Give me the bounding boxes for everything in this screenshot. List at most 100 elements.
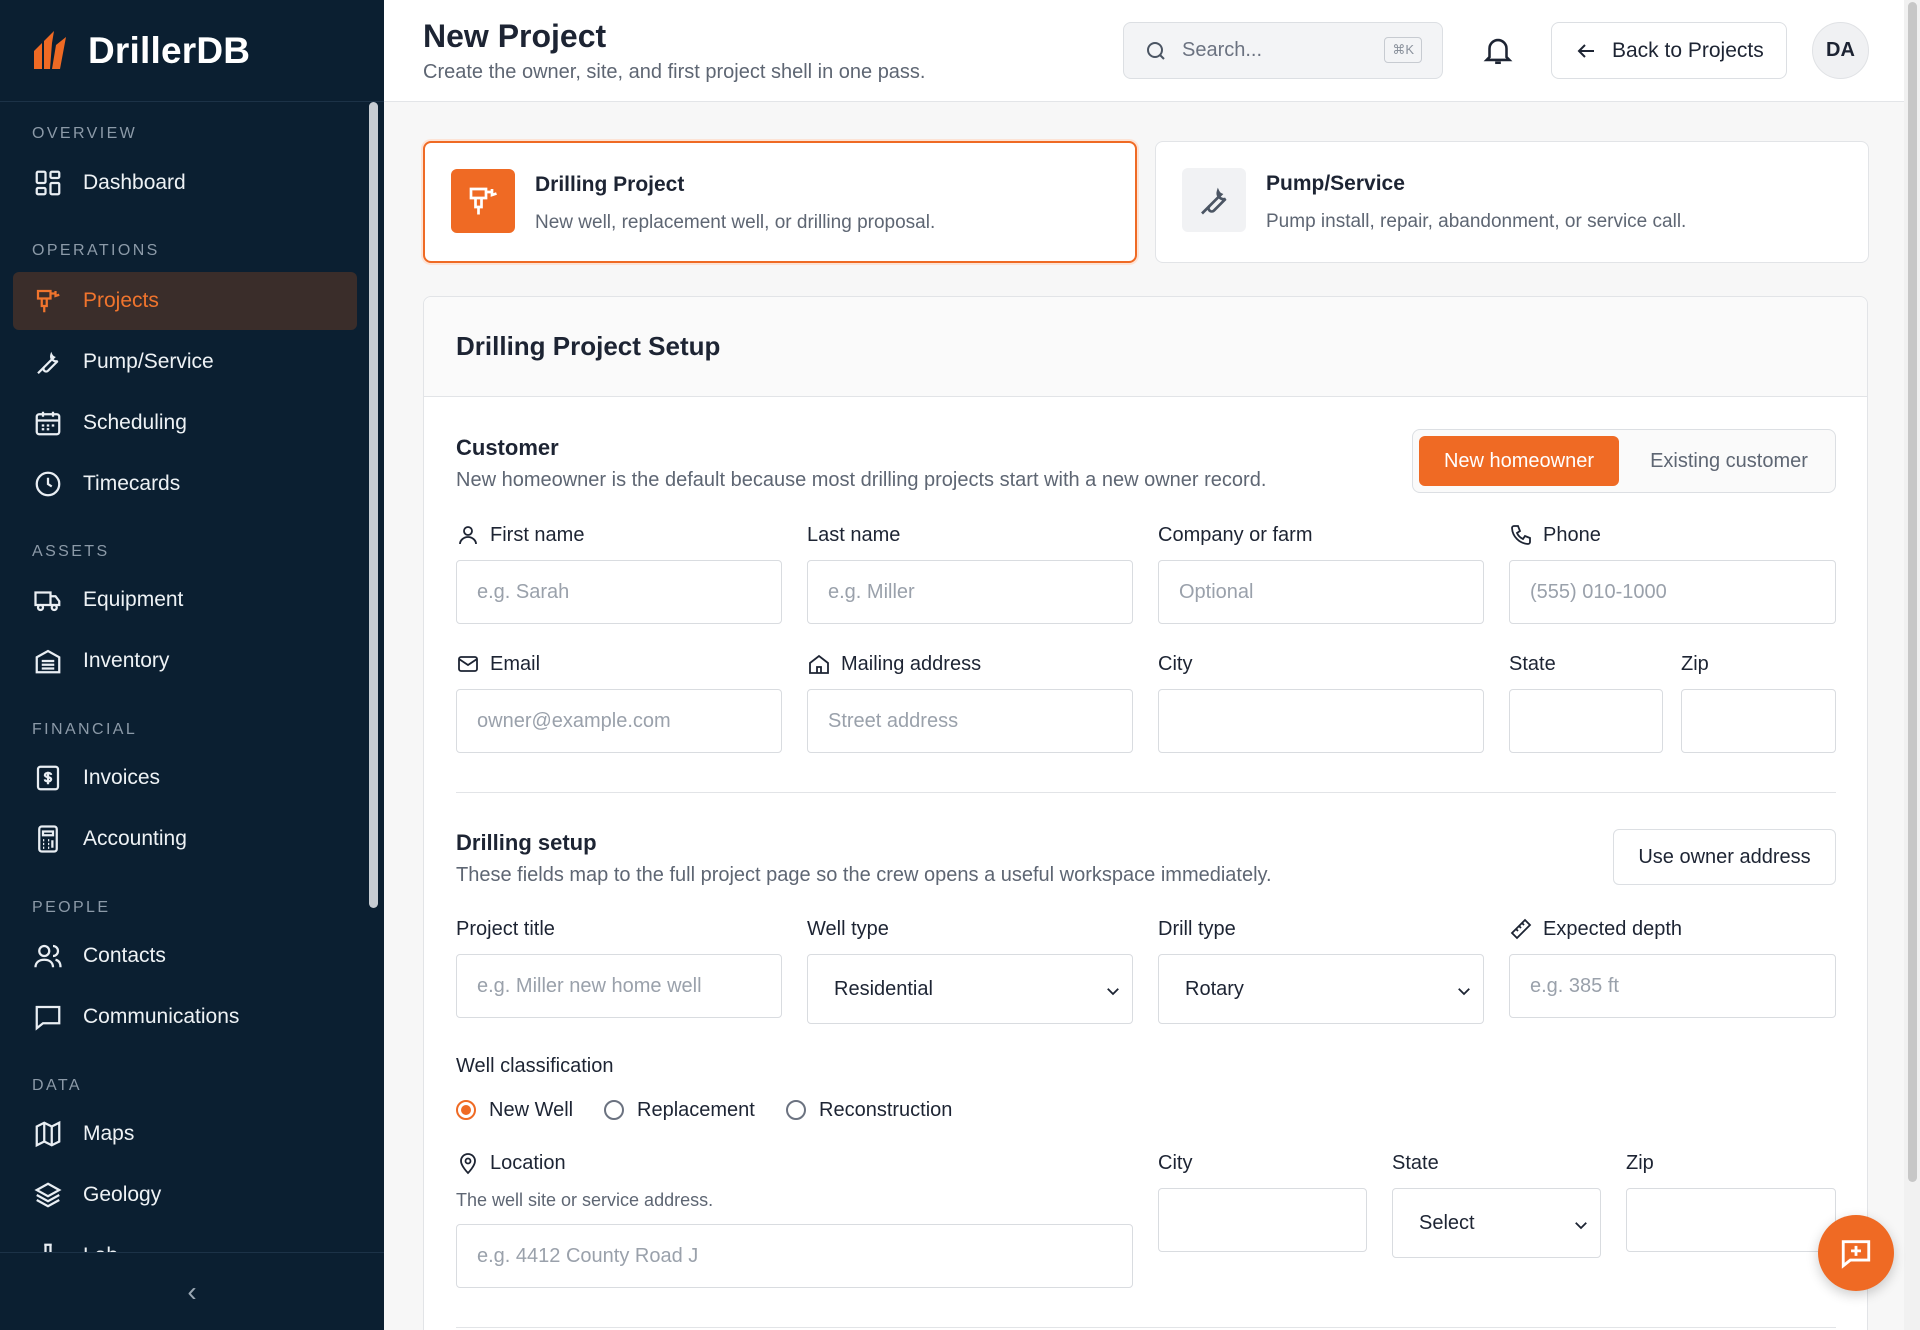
section-financial: FINANCIAL	[32, 721, 138, 738]
site-state-value: Select	[1419, 1211, 1475, 1234]
truck-icon	[32, 584, 64, 616]
radio-new-well[interactable]: New Well	[456, 1096, 573, 1124]
sidebar-item-communications[interactable]: Communications	[13, 988, 357, 1046]
site-city-label: City	[1158, 1151, 1193, 1174]
chevron-left-icon: ‹	[187, 1275, 197, 1307]
dashboard-icon	[32, 167, 64, 199]
radio-dot	[786, 1100, 806, 1120]
state-label: State	[1509, 652, 1556, 675]
site-state-select[interactable]: Select	[1392, 1188, 1601, 1258]
drill-type-label: Drill type	[1158, 917, 1236, 940]
mailing-address-label: Mailing address	[807, 652, 981, 676]
project-title-field[interactable]: e.g. Miller new home well	[456, 954, 782, 1018]
well-classification-label: Well classification	[456, 1054, 614, 1077]
sidebar: DrillerDB OVERVIEW Dashboard OPERATIONS …	[0, 0, 384, 1330]
mailing-address-field[interactable]: Street address	[807, 689, 1133, 753]
sidebar-item-invoices[interactable]: Invoices	[13, 749, 357, 807]
sidebar-item-label: Projects	[83, 289, 159, 312]
clock-icon	[32, 468, 64, 500]
well-type-select[interactable]: Residential	[807, 954, 1133, 1024]
sidebar-item-projects[interactable]: Projects	[13, 272, 357, 330]
sidebar-item-accounting[interactable]: Accounting	[13, 810, 357, 868]
well-type-label: Well type	[807, 917, 889, 940]
type-card-pump-service[interactable]: Pump/Service Pump install, repair, aband…	[1155, 141, 1869, 263]
sidebar-item-equipment[interactable]: Equipment	[13, 571, 357, 629]
sidebar-item-label: Lab	[83, 1244, 118, 1252]
sidebar-item-dashboard[interactable]: Dashboard	[13, 154, 357, 212]
last-name-field[interactable]: e.g. Miller	[807, 560, 1133, 624]
sidebar-item-scheduling[interactable]: Scheduling	[13, 394, 357, 452]
sidebar-item-geology[interactable]: Geology	[13, 1166, 357, 1224]
sidebar-item-label: Accounting	[83, 827, 187, 850]
sidebar-item-pump-service[interactable]: Pump/Service	[13, 333, 357, 391]
sidebar-item-label: Scheduling	[83, 411, 187, 434]
sidebar-item-label: Invoices	[83, 766, 161, 789]
city-field[interactable]	[1158, 689, 1484, 753]
drill-type-select[interactable]: Rotary	[1158, 954, 1484, 1024]
arrow-left-icon	[1577, 43, 1594, 58]
site-city-field[interactable]	[1158, 1188, 1367, 1252]
page-scrollbar[interactable]	[1904, 0, 1920, 1330]
bell-icon[interactable]	[1481, 33, 1515, 67]
panel-header: Drilling Project Setup	[424, 297, 1867, 397]
type-card-title: Drilling Project	[535, 173, 685, 196]
page-scrollbar-thumb[interactable]	[1908, 2, 1917, 1182]
drilling-setup-description: These fields map to the full project pag…	[456, 864, 1272, 886]
existing-customer-toggle[interactable]: Existing customer	[1631, 436, 1827, 486]
section-operations: OPERATIONS	[32, 242, 160, 259]
sidebar-scrollbar[interactable]	[369, 102, 378, 908]
sidebar-item-maps[interactable]: Maps	[13, 1105, 357, 1163]
sidebar-item-inventory[interactable]: Inventory	[13, 632, 357, 690]
company-field[interactable]: Optional	[1158, 560, 1484, 624]
radio-replacement[interactable]: Replacement	[604, 1096, 755, 1124]
drilling-setup-title: Drilling setup	[456, 830, 597, 855]
company-label: Company or farm	[1158, 523, 1313, 546]
chevron-down-icon	[1575, 1222, 1587, 1230]
type-card-drilling-project[interactable]: Drilling Project New well, replacement w…	[423, 141, 1137, 263]
section-people: PEOPLE	[32, 899, 111, 916]
users-icon	[32, 940, 64, 972]
drillerdb-logo-icon	[34, 30, 66, 69]
mail-icon	[458, 656, 478, 672]
first-name-field[interactable]: e.g. Sarah	[456, 560, 782, 624]
use-owner-address-button[interactable]: Use owner address	[1613, 829, 1836, 885]
search-placeholder: Search...	[1182, 39, 1263, 61]
sidebar-item-label: Geology	[83, 1183, 162, 1206]
back-to-projects-button[interactable]: Back to Projects	[1551, 22, 1787, 79]
site-zip-field[interactable]	[1626, 1188, 1836, 1252]
type-card-description: Pump install, repair, abandonment, or se…	[1266, 211, 1687, 232]
avatar[interactable]: DA	[1812, 22, 1869, 79]
email-field[interactable]: owner@example.com	[456, 689, 782, 753]
sidebar-item-label: Communications	[83, 1005, 240, 1028]
sidebar-item-label: Maps	[83, 1122, 135, 1145]
new-homeowner-toggle[interactable]: New homeowner	[1419, 436, 1619, 486]
drill-type-value: Rotary	[1185, 977, 1244, 1000]
radio-reconstruction[interactable]: Reconstruction	[786, 1096, 952, 1124]
invoice-icon	[32, 762, 64, 794]
flask-icon	[32, 1240, 64, 1252]
sidebar-item-label: Pump/Service	[83, 350, 214, 373]
brand[interactable]: DrillerDB	[0, 0, 384, 102]
section-divider	[456, 792, 1836, 793]
sidebar-nav: OVERVIEW Dashboard OPERATIONS Projects P…	[0, 102, 372, 1252]
phone-field[interactable]: (555) 010-1000	[1509, 560, 1836, 624]
phone-label: Phone	[1509, 523, 1601, 547]
search-input[interactable]: Search... ⌘K	[1123, 22, 1443, 79]
phone-icon	[1511, 525, 1531, 545]
site-zip-label: Zip	[1626, 1151, 1654, 1174]
state-field[interactable]	[1509, 689, 1663, 753]
type-card-description: New well, replacement well, or drilling …	[535, 212, 936, 233]
page-subtitle: Create the owner, site, and first projec…	[423, 61, 926, 83]
sidebar-item-label: Timecards	[83, 472, 181, 495]
location-field[interactable]: e.g. 4412 County Road J	[456, 1224, 1133, 1288]
sidebar-item-contacts[interactable]: Contacts	[13, 927, 357, 985]
zip-field[interactable]	[1681, 689, 1836, 753]
sidebar-item-timecards[interactable]: Timecards	[13, 455, 357, 513]
feedback-button[interactable]	[1818, 1215, 1894, 1291]
sidebar-collapse-button[interactable]: ‹	[0, 1252, 384, 1330]
section-overview: OVERVIEW	[32, 125, 138, 142]
zip-label: Zip	[1681, 652, 1709, 675]
sidebar-item-lab[interactable]: Lab	[13, 1227, 357, 1252]
expected-depth-field[interactable]: e.g. 385 ft	[1509, 954, 1836, 1018]
ruler-icon	[1510, 918, 1532, 940]
